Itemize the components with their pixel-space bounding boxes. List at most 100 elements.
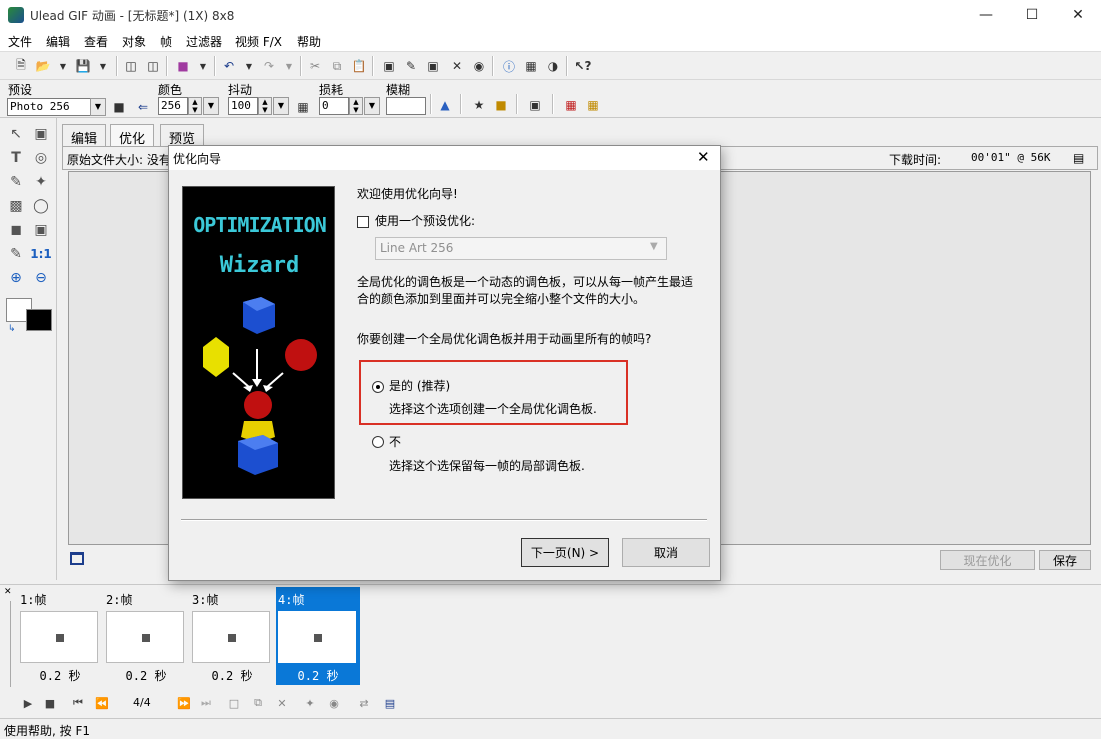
preview-area-icon[interactable]: ▣ xyxy=(526,96,544,114)
color-grid-icon[interactable]: ▦ xyxy=(584,96,602,114)
save-dropdown-icon[interactable]: ▼ xyxy=(94,57,112,75)
paste-icon[interactable]: 📋 xyxy=(350,57,368,75)
next-frame-icon[interactable]: ⏩ xyxy=(176,695,192,711)
panel-close-icon[interactable]: ✕ xyxy=(4,587,12,597)
radio-no[interactable] xyxy=(372,436,384,448)
ellipse-tool-icon[interactable]: ◯ xyxy=(31,196,51,216)
marquee-tool-icon[interactable]: ▣ xyxy=(31,124,51,144)
undo-dropdown-icon[interactable]: ▼ xyxy=(240,57,258,75)
context-help-icon[interactable]: ↖? xyxy=(574,57,592,75)
image-tool-icon[interactable]: ▣ xyxy=(424,57,442,75)
colors-dropdown-icon[interactable]: ▼ xyxy=(203,97,219,115)
frame-item[interactable]: 1:帧 0.2 秒 xyxy=(18,587,102,685)
background-color-swatch[interactable] xyxy=(26,309,52,331)
tween-icon[interactable]: ◉ xyxy=(470,57,488,75)
last-frame-icon[interactable]: ⏭ xyxy=(198,695,214,711)
crop-icon[interactable]: ✕ xyxy=(448,57,466,75)
select-icon[interactable]: ★ xyxy=(470,96,488,114)
palette-icon[interactable]: ■ xyxy=(174,57,192,75)
menu-edit[interactable]: 编辑 xyxy=(46,33,70,50)
zoom-out-icon[interactable]: ⊖ xyxy=(31,268,51,288)
frame-properties-icon[interactable]: ▣ xyxy=(380,57,398,75)
blur-input[interactable] xyxy=(386,97,426,115)
frame-item-selected[interactable]: 4:帧 0.2 秒 xyxy=(276,587,360,685)
menu-object[interactable]: 对象 xyxy=(122,33,146,50)
dialog-close-icon[interactable]: ✕ xyxy=(697,148,710,166)
dither-pattern-icon[interactable]: ▦ xyxy=(294,98,312,116)
preset-select-disabled[interactable]: Line Art 256 ▼ xyxy=(375,237,667,260)
colors-input[interactable]: 256 xyxy=(158,97,188,115)
tab-preview[interactable]: 预览 xyxy=(160,124,205,147)
preset-dropdown-icon[interactable]: ▼ xyxy=(90,98,106,116)
magic-wand-icon[interactable]: ✦ xyxy=(31,172,51,192)
lossy-input[interactable]: 0 xyxy=(319,97,349,115)
play-icon[interactable]: ▶ xyxy=(20,695,36,711)
crop-tool-icon[interactable]: ▣ xyxy=(31,220,51,240)
eyedropper-tool-icon[interactable]: ✎ xyxy=(6,244,26,264)
use-preset-checkbox[interactable] xyxy=(357,216,369,228)
eraser-tool-icon[interactable]: ▩ xyxy=(6,196,26,216)
copy-icon[interactable]: ⧉ xyxy=(328,57,346,75)
dither-input[interactable]: 100 xyxy=(228,97,258,115)
maximize-icon[interactable]: ☐ xyxy=(1009,0,1055,30)
tab-edit[interactable]: 编辑 xyxy=(62,124,107,147)
actual-size-icon[interactable]: 1:1 xyxy=(30,244,52,264)
redo-icon[interactable]: ↷ xyxy=(260,57,278,75)
optimize-now-button[interactable]: 现在优化 xyxy=(940,550,1035,570)
menu-frame[interactable]: 帧 xyxy=(160,33,172,50)
add-frame-icon[interactable]: □ xyxy=(226,695,242,711)
open-dropdown-icon[interactable]: ▼ xyxy=(54,57,72,75)
palette-tool-icon[interactable]: ■ xyxy=(492,96,510,114)
menu-view[interactable]: 查看 xyxy=(84,33,108,50)
previous-frame-icon[interactable]: ⏪ xyxy=(94,695,110,711)
frame-properties-icon[interactable]: ▤ xyxy=(382,695,398,711)
cancel-button[interactable]: 取消 xyxy=(622,538,710,567)
modem-icon[interactable]: ▤ xyxy=(1073,151,1084,165)
add-image-icon[interactable]: ◫ xyxy=(122,57,140,75)
brush-tool-icon[interactable]: ✎ xyxy=(6,172,26,192)
palette-dropdown-icon[interactable]: ▼ xyxy=(194,57,212,75)
radio-yes[interactable] xyxy=(372,381,384,393)
minimize-icon[interactable]: — xyxy=(963,0,1009,30)
frame-item[interactable]: 3:帧 0.2 秒 xyxy=(190,587,274,685)
dither-dropdown-icon[interactable]: ▼ xyxy=(273,97,289,115)
save-button[interactable]: 保存 xyxy=(1039,550,1091,570)
close-icon[interactable]: ✕ xyxy=(1055,0,1101,30)
menu-filter[interactable]: 过滤器 xyxy=(186,33,222,50)
menu-video-fx[interactable]: 视频 F/X xyxy=(235,33,282,50)
cut-icon[interactable]: ✂ xyxy=(306,57,324,75)
lossy-dropdown-icon[interactable]: ▼ xyxy=(364,97,380,115)
colors-spinner-icon[interactable]: ▲ ▼ xyxy=(188,97,202,115)
preset-arrow-icon[interactable]: ⇐ xyxy=(134,98,152,116)
stop-icon[interactable]: ■ xyxy=(42,695,58,711)
tab-optimize[interactable]: 优化 xyxy=(110,124,155,147)
next-button[interactable]: 下一页(N) > xyxy=(521,538,609,567)
menu-file[interactable]: 文件 xyxy=(8,33,32,50)
transition-icon[interactable]: ◉ xyxy=(326,695,342,711)
save-icon[interactable]: 💾 xyxy=(74,57,92,75)
preset-select[interactable]: Photo 256 xyxy=(7,98,91,116)
undo-icon[interactable]: ↶ xyxy=(220,57,238,75)
lossy-spinner-icon[interactable]: ▲ ▼ xyxy=(349,97,363,115)
compare-icon[interactable]: ◑ xyxy=(544,57,562,75)
zoom-in-icon[interactable]: ⊕ xyxy=(6,268,26,288)
preset-select-dropdown-icon[interactable]: ▼ xyxy=(650,241,658,252)
optimize-icon[interactable]: ▦ xyxy=(522,57,540,75)
color-map-icon[interactable]: ▲ xyxy=(436,96,454,114)
pointer-tool-icon[interactable]: ↖ xyxy=(6,124,26,144)
color-table-icon[interactable]: ▦ xyxy=(562,96,580,114)
text-tool-icon[interactable]: T xyxy=(6,148,26,168)
window-mode-icon[interactable] xyxy=(70,552,84,565)
reverse-icon[interactable]: ⇄ xyxy=(356,695,372,711)
delete-frame-icon[interactable]: ✕ xyxy=(274,695,290,711)
duplicate-frame-icon[interactable]: ⧉ xyxy=(250,695,266,711)
lasso-tool-icon[interactable]: ◎ xyxy=(31,148,51,168)
tween-frame-icon[interactable]: ✦ xyxy=(302,695,318,711)
redo-dropdown-icon[interactable]: ▼ xyxy=(280,57,298,75)
new-file-icon[interactable]: 🗎 xyxy=(12,57,30,75)
frame-item[interactable]: 2:帧 0.2 秒 xyxy=(104,587,188,685)
first-frame-icon[interactable]: ⏮ xyxy=(70,695,86,711)
add-video-icon[interactable]: ◫ xyxy=(144,57,162,75)
menu-help[interactable]: 帮助 xyxy=(297,33,321,50)
fill-tool-icon[interactable]: ◼ xyxy=(6,220,26,240)
